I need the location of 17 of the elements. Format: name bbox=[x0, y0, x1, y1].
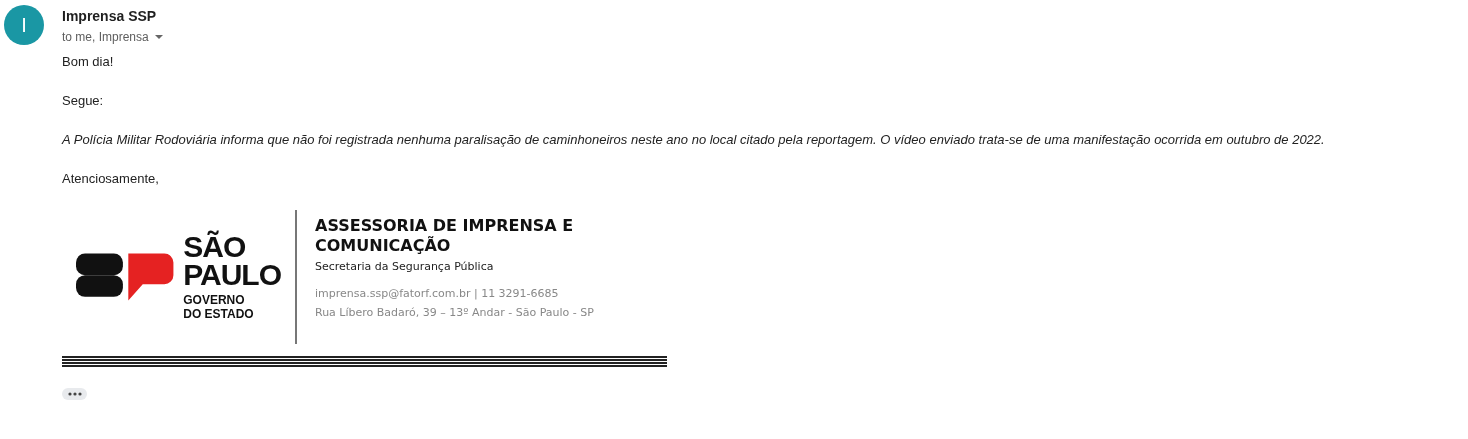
recipients: to me, Imprensa bbox=[62, 30, 149, 44]
avatar: I bbox=[4, 5, 44, 45]
sender-name: Imprensa SSP bbox=[62, 8, 158, 24]
signature-title: ASSESSORIA DE IMPRENSA E COMUNICAÇÃO bbox=[315, 216, 575, 256]
message-text: A Polícia Militar Rodoviária informa que não foi registrada nenhuma paralisação de caminhoneiros neste ano no local citado pela reportagem. O vídeo enviado trata-se de uma manifestação ocorrida em outubro de 2022. bbox=[62, 132, 1325, 147]
contact-text: imprensa.ssp@fatorf.com.br | 11 3291-6685 bbox=[315, 287, 560, 300]
logo-text: PAULO bbox=[183, 261, 281, 289]
logo-subtext: DO ESTADO bbox=[183, 307, 255, 321]
more-icon bbox=[67, 392, 82, 396]
message-text: Atenciosamente, bbox=[62, 171, 160, 186]
message-text: Segue: bbox=[62, 93, 105, 108]
more-button[interactable] bbox=[62, 388, 87, 400]
address-text: Rua Líbero Badaró, 39 – 13º Andar - São Paulo - SP bbox=[315, 306, 595, 319]
caret-icon[interactable] bbox=[154, 35, 163, 39]
message-text: Bom dia! bbox=[62, 54, 115, 69]
logo-subtext: GOVERNO bbox=[183, 293, 246, 307]
department: Secretaria da Segurança Pública bbox=[315, 260, 495, 273]
